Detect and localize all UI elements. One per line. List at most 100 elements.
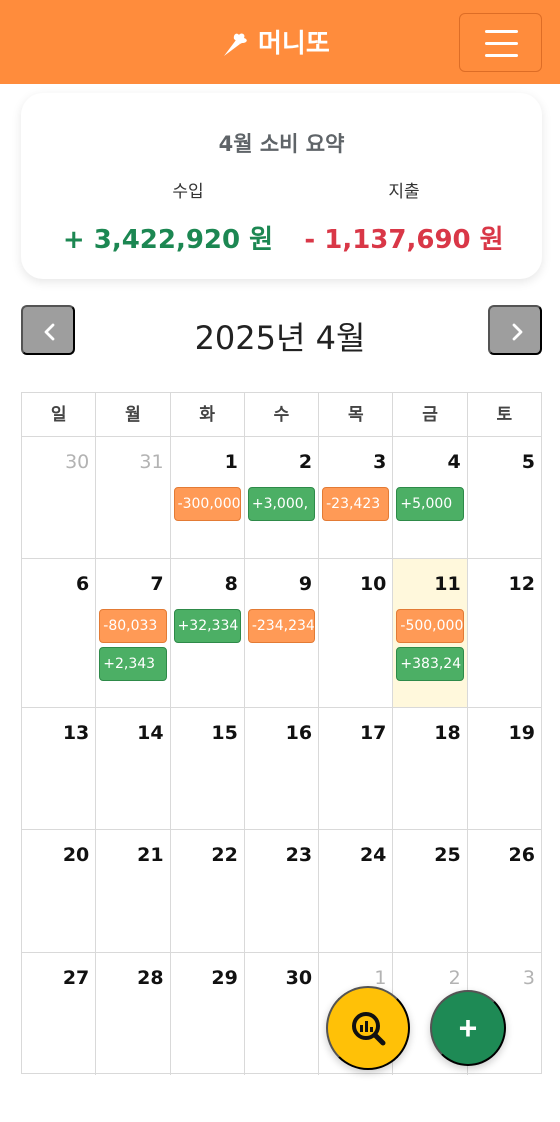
day-number: 7 [150,573,164,595]
calendar-day[interactable]: 19 [468,708,541,829]
calendar-day[interactable]: 21 [96,830,171,952]
day-number: 9 [298,573,313,595]
expense-label: 지출 [388,182,420,202]
prev-month-button[interactable] [21,305,75,355]
calendar-day[interactable]: 23 [245,830,320,952]
income-tag[interactable]: +383,24 [396,647,464,681]
calendar-day[interactable]: 8 +32,334 [171,559,245,707]
calendar-day[interactable]: 30 [245,953,320,1075]
day-number: 20 [62,844,90,866]
expense-tag[interactable]: -80,033 [99,609,167,643]
add-transaction-button[interactable]: + [430,990,506,1066]
top-navbar: 머니또 [0,0,560,84]
calendar-day-today[interactable]: 11 -500,000 +383,24 [393,559,468,707]
day-number: 17 [359,722,387,744]
calendar-day[interactable]: 31 [96,437,171,558]
calendar-grid: 일월화수목금토 30 31 1 -300,000 2 +3,000, 3 -23,423 4 +5… [21,392,542,1075]
day-number: 14 [137,722,164,744]
search-chart-icon [352,1012,386,1046]
day-number: 26 [508,844,535,866]
day-number: 6 [76,573,90,595]
calendar-day[interactable]: 17 [319,708,394,829]
expense-tag[interactable]: -23,423 [322,487,390,521]
expense-tag[interactable]: -500,000 [396,609,464,643]
income-tag[interactable]: +2,343 [99,647,167,681]
chevron-left-icon [44,323,55,341]
app-name: 머니또 [258,29,330,59]
calendar-day[interactable]: 22 [171,830,245,952]
calendar-day[interactable]: 13 [22,708,97,829]
hamburger-menu-icon [485,30,518,33]
day-number: 13 [62,722,90,744]
day-number: 30 [285,967,313,989]
day-number: 5 [521,451,535,473]
calendar-week-row: 6 7 -80,033 +2,343 8 +32,334 9 -234,234 10 11 -500… [22,559,541,708]
stats-search-button[interactable] [326,986,410,1070]
calendar-day[interactable]: 7 -80,033 +2,343 [96,559,171,707]
day-number: 15 [211,722,238,744]
income-amount: + 3,422,920 원 [62,225,274,255]
calendar-day[interactable]: 25 [393,830,468,952]
day-number: 23 [285,844,313,866]
income-tag[interactable]: +32,334 [173,609,241,643]
monthly-summary-card: 4월 소비 요약 수입 지출 + 3,422,920 원 - 1,137,690… [21,93,542,279]
expense-tag[interactable]: -234,234 [247,609,316,643]
expense-amount: - 1,137,690 원 [304,225,504,255]
day-number: 1 [224,451,238,473]
day-number: 10 [359,573,387,595]
day-number: 11 [434,573,461,595]
day-number: 4 [447,451,461,473]
day-number: 19 [508,722,535,744]
calendar-day[interactable]: 29 [171,953,245,1075]
income-label: 수입 [172,182,204,202]
summary-title: 4월 소비 요약 [218,132,345,156]
calendar-day[interactable]: 3 -23,423 [319,437,394,558]
calendar-week-row: 13 14 15 16 17 18 19 [22,708,541,830]
calendar-day[interactable]: 24 [319,830,394,952]
calendar-day[interactable]: 12 [468,559,541,707]
next-month-button[interactable] [488,305,542,355]
day-number: 2 [448,967,461,989]
calendar-day[interactable]: 10 [319,559,394,707]
day-number: 18 [434,722,461,744]
calendar-day[interactable]: 28 [96,953,171,1075]
calendar-day[interactable]: 1 -300,000 [171,437,245,558]
calendar-day[interactable]: 16 [245,708,320,829]
day-number: 28 [137,967,164,989]
calendar-day[interactable]: 26 [468,830,541,952]
day-number: 16 [285,722,313,744]
calendar-day[interactable]: 9 -234,234 [245,559,320,707]
menu-button[interactable] [459,13,542,72]
calendar-day[interactable]: 6 [22,559,97,707]
calendar-day[interactable]: 30 [22,437,97,558]
weekday-header: 일월화수목금 토 [22,393,541,437]
weekday-label: 화 [171,393,245,436]
day-number: 31 [139,451,164,473]
income-tag[interactable]: +3,000, [247,487,316,521]
day-number: 1 [374,967,387,989]
day-number: 3 [522,967,535,989]
carrot-icon [220,28,252,60]
calendar-day[interactable]: 20 [22,830,97,952]
plus-icon: + [458,1010,478,1046]
weekday-label: 금 [393,393,468,436]
calendar-day[interactable]: 14 [96,708,171,829]
day-number: 29 [211,967,238,989]
day-number: 8 [224,573,238,595]
calendar-day[interactable]: 15 [171,708,245,829]
weekday-label: 토 [496,405,513,425]
calendar-day[interactable]: 2 +3,000, [245,437,320,558]
day-number: 21 [137,844,164,866]
calendar-day[interactable]: 4 +5,000 [393,437,468,558]
calendar-day[interactable]: 18 [393,708,468,829]
day-number: 3 [373,451,387,473]
calendar-day[interactable]: 5 [468,437,541,558]
brand[interactable]: 머니또 [220,28,330,60]
income-tag[interactable]: +5,000 [396,487,464,521]
chevron-right-icon [512,323,523,341]
calendar-day[interactable]: 27 [22,953,97,1075]
day-number: 2 [298,451,313,473]
month-title: 2025년 4월 [194,319,366,357]
calendar-week-row: 30 31 1 -300,000 2 +3,000, 3 -23,423 4 +5,000 5 [22,437,541,559]
expense-tag[interactable]: -300,000 [173,487,241,521]
